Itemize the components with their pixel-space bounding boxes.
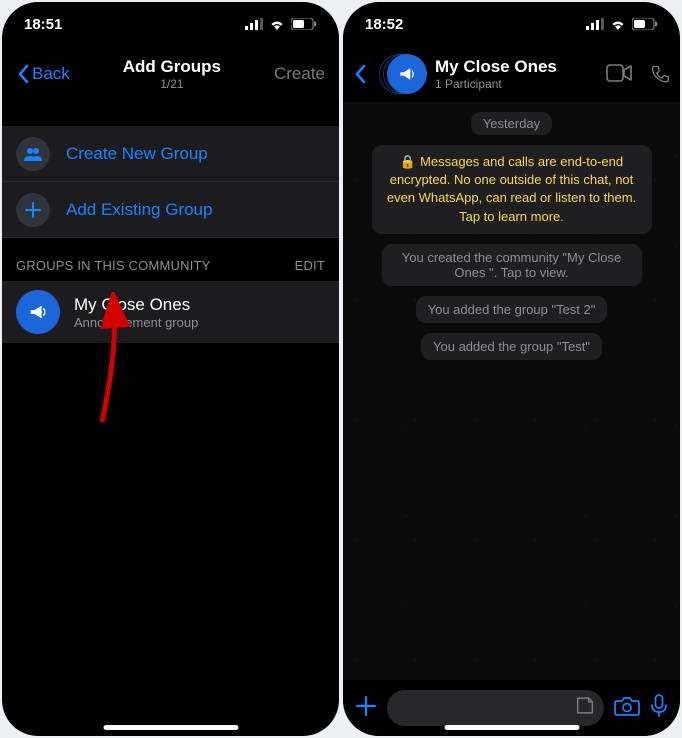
- date-pill: Yesterday: [471, 112, 552, 135]
- add-existing-group-row[interactable]: Add Existing Group: [2, 182, 339, 238]
- wifi-icon: [269, 18, 285, 30]
- status-bar: 18:52: [343, 2, 680, 46]
- signal-icon: [245, 18, 263, 30]
- mic-button[interactable]: [650, 694, 668, 723]
- home-indicator[interactable]: [444, 725, 579, 730]
- nav-title: Add Groups 1/21: [70, 57, 274, 91]
- screen-chat: 18:52 My Close Ones 1 Participant Yester…: [343, 2, 680, 736]
- edit-button[interactable]: EDIT: [295, 258, 325, 273]
- section-title: GROUPS IN THIS COMMUNITY: [16, 258, 211, 273]
- chat-actions: [606, 64, 670, 84]
- megaphone-icon: [16, 290, 60, 334]
- community-avatar[interactable]: [387, 54, 427, 94]
- lock-icon: 🔒: [400, 154, 416, 169]
- battery-icon: [291, 18, 317, 30]
- status-time: 18:52: [365, 16, 403, 33]
- chevron-left-icon: [353, 64, 367, 84]
- system-message[interactable]: You created the community "My Close Ones…: [382, 244, 642, 286]
- group-icon: [16, 137, 50, 171]
- nav-bar: Back Add Groups 1/21 Create: [2, 46, 339, 102]
- back-button[interactable]: Back: [16, 64, 70, 84]
- attach-button[interactable]: [355, 692, 377, 724]
- status-icons: [586, 18, 658, 30]
- status-time: 18:51: [24, 16, 62, 33]
- home-indicator[interactable]: [103, 725, 238, 730]
- camera-button[interactable]: [614, 695, 640, 722]
- camera-icon: [614, 695, 640, 717]
- chat-body[interactable]: Yesterday 🔒Messages and calls are end-to…: [343, 102, 680, 680]
- voice-call-icon[interactable]: [650, 64, 670, 84]
- status-icons: [245, 18, 317, 30]
- group-name: My Close Ones: [74, 295, 198, 315]
- status-bar: 18:51: [2, 2, 339, 46]
- chat-nav: My Close Ones 1 Participant: [343, 46, 680, 102]
- sticker-icon: [574, 695, 596, 717]
- group-subtitle: Announcement group: [74, 315, 198, 330]
- create-button[interactable]: Create: [274, 64, 325, 84]
- back-label: Back: [32, 64, 70, 84]
- create-new-group-label: Create New Group: [66, 144, 208, 164]
- add-existing-group-label: Add Existing Group: [66, 200, 212, 220]
- megaphone-icon: [397, 64, 417, 84]
- wifi-icon: [610, 18, 626, 30]
- page-subtitle: 1/21: [70, 77, 274, 91]
- chevron-left-icon: [16, 64, 30, 84]
- screen-add-groups: 18:51 Back Add Groups 1/21 Create Create…: [2, 2, 339, 736]
- action-list: Create New Group Add Existing Group: [2, 126, 339, 238]
- battery-icon: [632, 18, 658, 30]
- signal-icon: [586, 18, 604, 30]
- mic-icon: [650, 694, 668, 718]
- video-call-icon[interactable]: [606, 64, 632, 82]
- plus-icon: [355, 695, 377, 717]
- chat-title: My Close Ones: [435, 57, 598, 77]
- create-new-group-row[interactable]: Create New Group: [2, 126, 339, 182]
- group-text: My Close Ones Announcement group: [74, 295, 198, 330]
- back-button[interactable]: [353, 64, 379, 84]
- community-group-row[interactable]: My Close Ones Announcement group: [2, 281, 339, 343]
- section-header: GROUPS IN THIS COMMUNITY EDIT: [2, 258, 339, 273]
- chat-subtitle: 1 Participant: [435, 77, 598, 91]
- message-input[interactable]: [387, 690, 604, 726]
- plus-icon: [16, 193, 50, 227]
- encryption-text: Messages and calls are end-to-end encryp…: [387, 154, 636, 224]
- sticker-button[interactable]: [574, 695, 596, 722]
- chat-title-box[interactable]: My Close Ones 1 Participant: [435, 57, 598, 91]
- system-message: You added the group "Test 2": [416, 296, 608, 323]
- system-message: You added the group "Test": [421, 333, 602, 360]
- encryption-notice[interactable]: 🔒Messages and calls are end-to-end encry…: [372, 145, 652, 234]
- page-title: Add Groups: [70, 57, 274, 77]
